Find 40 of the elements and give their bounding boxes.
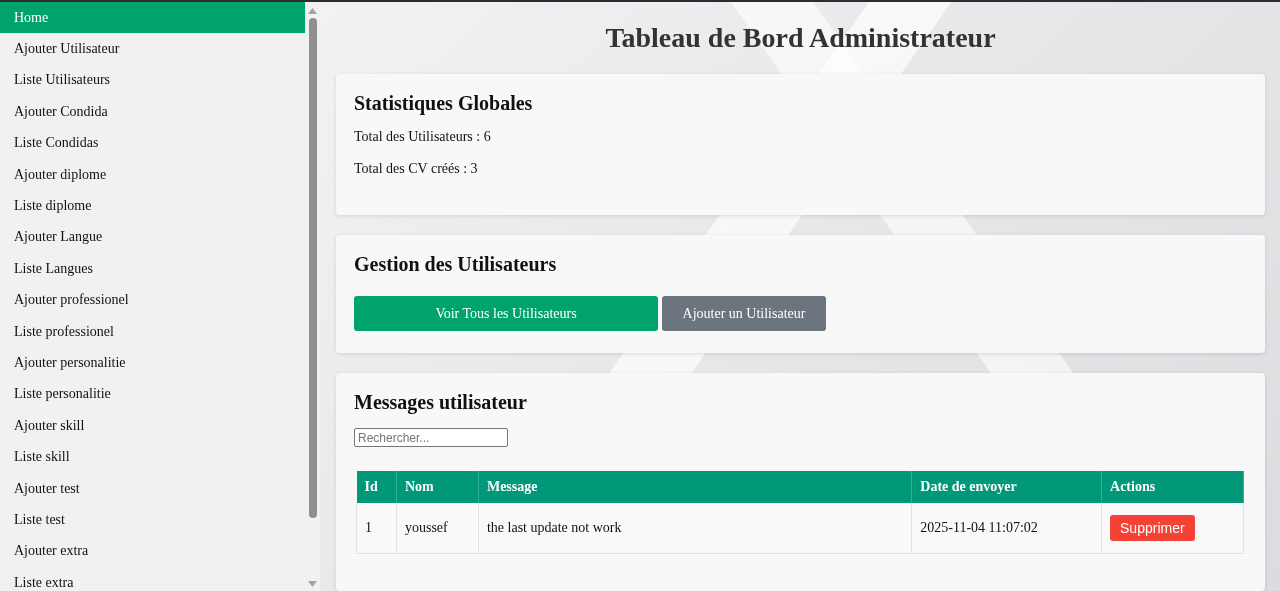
table-cell: the last update not work (478, 503, 912, 553)
sidebar-item[interactable]: Liste personalitie (0, 378, 305, 411)
sidebar-item[interactable]: Ajouter test (0, 472, 305, 505)
scrollbar-thumb[interactable] (308, 18, 317, 518)
sidebar-item[interactable]: Ajouter personalitie (0, 347, 305, 379)
table-cell: 2025-11-04 11:07:02 (911, 503, 1102, 553)
stat-text: Total des CV créés : 3 (354, 161, 478, 177)
sidebar-item[interactable]: Liste Utilisateurs (0, 64, 305, 97)
card-heading: Gestion des Utilisateurs (354, 253, 557, 276)
action-button[interactable]: Ajouter un Utilisateur (662, 296, 826, 331)
delete-button[interactable]: Supprimer (1110, 514, 1195, 541)
sidebar-item[interactable]: Ajouter extra (0, 535, 305, 568)
column-header: Date de envoyer (911, 471, 1102, 503)
page-title: Tableau de Bord Administrateur (605, 22, 996, 54)
scrollbar[interactable] (305, 2, 320, 591)
sidebar-item[interactable]: Liste extra (0, 567, 305, 591)
table-cell: 1 (356, 503, 397, 553)
sidebar-item[interactable]: Ajouter Utilisateur (0, 33, 305, 65)
scroll-up-icon[interactable] (308, 8, 317, 14)
sidebar-item[interactable]: Ajouter professionel (0, 284, 305, 316)
sidebar-item[interactable]: Ajouter skill (0, 410, 305, 442)
sidebar-item[interactable]: Ajouter Condida (0, 96, 305, 128)
table-cell: youssef (396, 503, 479, 553)
column-header: Actions (1101, 471, 1244, 503)
scroll-down-icon[interactable] (308, 581, 317, 587)
card-heading: Messages utilisateur (354, 391, 527, 414)
sidebar-item[interactable]: Ajouter Langue (0, 221, 305, 254)
sidebar-item[interactable]: Liste test (0, 504, 305, 536)
search-field[interactable]: Rechercher... (354, 428, 508, 447)
column-header: Nom (396, 471, 479, 503)
card-heading: Statistiques Globales (354, 92, 533, 115)
sidebar-item[interactable]: Liste professionel (0, 315, 305, 348)
column-header: Message (478, 471, 912, 503)
sidebar-item[interactable]: Liste Langues (0, 253, 305, 285)
sidebar-item[interactable]: Liste skill (0, 441, 305, 473)
column-header: Id (356, 471, 397, 503)
sidebar-item[interactable]: Ajouter diplome (0, 158, 305, 191)
sidebar-item[interactable]: Liste Condidas (0, 127, 305, 159)
sidebar-item[interactable]: Liste diplome (0, 190, 305, 222)
stat-text: Total des Utilisateurs : 6 (354, 129, 491, 145)
